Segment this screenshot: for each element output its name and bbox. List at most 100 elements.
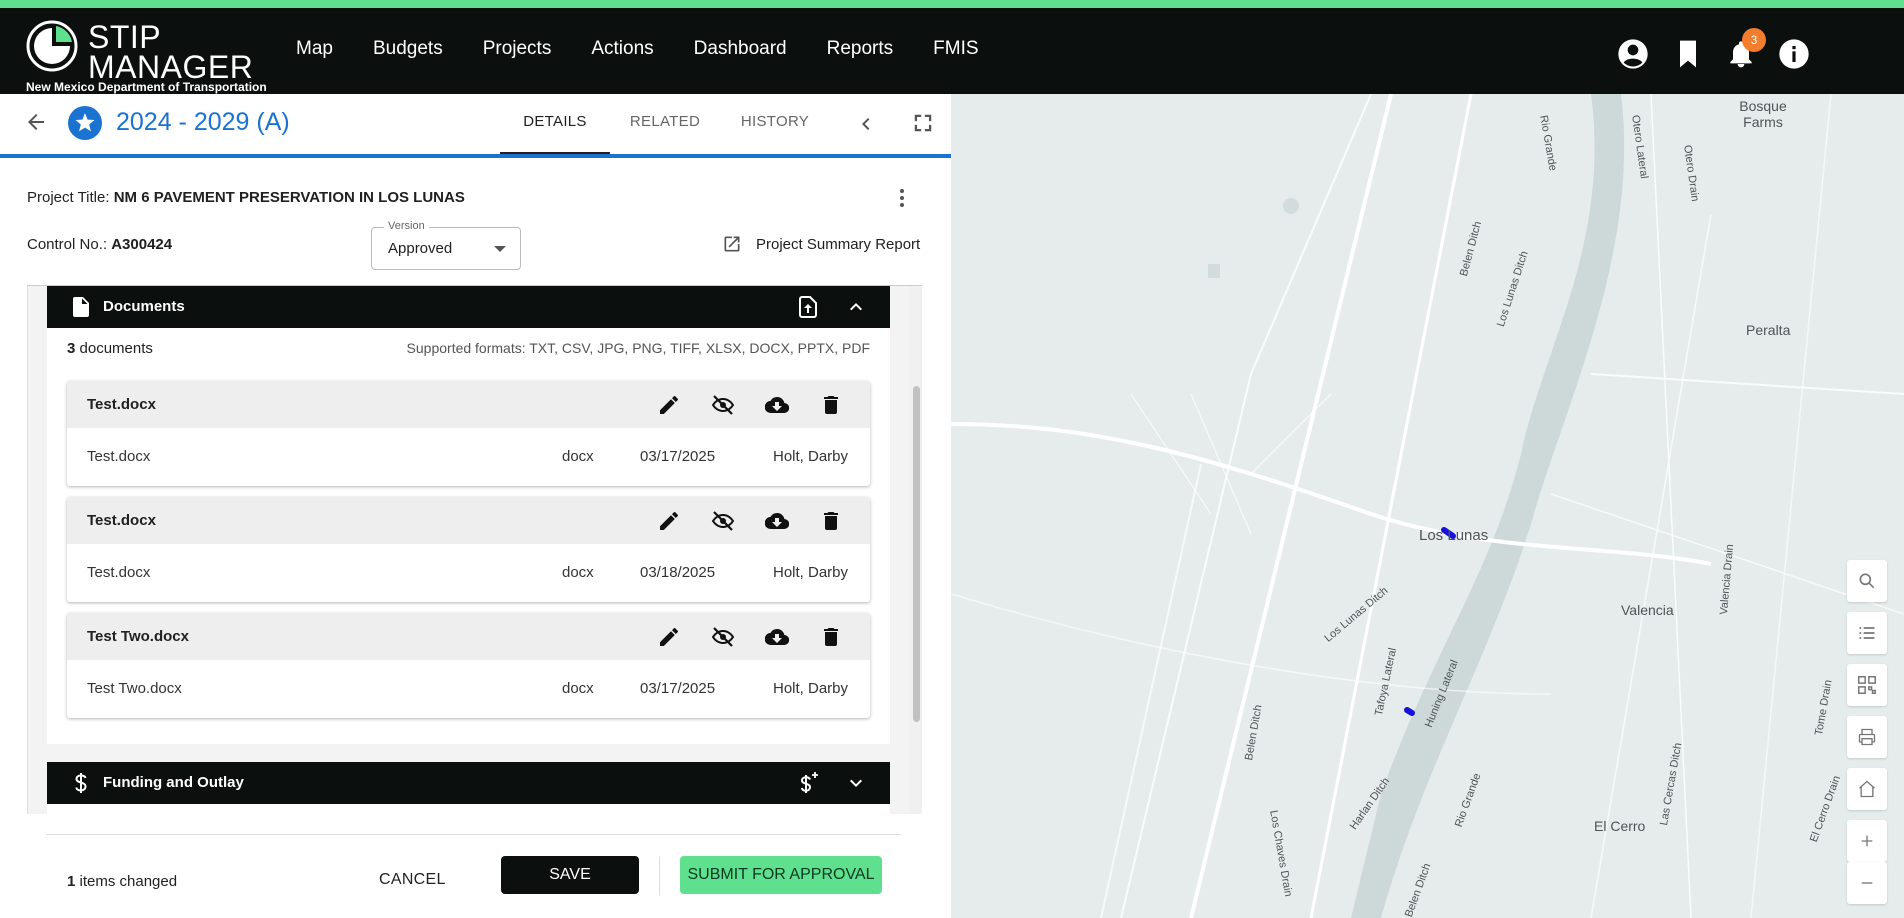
project-summary-report-label: Project Summary Report bbox=[756, 235, 921, 253]
document-icon bbox=[73, 297, 89, 317]
cloud-download-icon[interactable] bbox=[764, 393, 790, 417]
dropdown-caret-icon bbox=[494, 246, 506, 252]
zoom-in-button[interactable] bbox=[1847, 820, 1887, 862]
chevron-up-icon[interactable] bbox=[844, 295, 868, 319]
map-print-button[interactable] bbox=[1847, 716, 1887, 758]
more-vert-icon[interactable] bbox=[890, 186, 914, 210]
document-name: Test.docx bbox=[87, 512, 156, 529]
project-detail-panel: 2024 - 2029 (A) DETAILS RELATED HISTORY … bbox=[0, 94, 951, 918]
nav-budgets[interactable]: Budgets bbox=[373, 38, 443, 60]
project-summary-report-link[interactable]: Project Summary Report bbox=[722, 234, 920, 254]
visibility-off-icon[interactable] bbox=[711, 625, 735, 649]
map-label: Valencia bbox=[1621, 602, 1674, 618]
delete-icon[interactable] bbox=[819, 509, 843, 533]
scrollbar[interactable] bbox=[910, 286, 922, 814]
document-row[interactable]: Test.docx docx 03/17/2025 Holt, Darby bbox=[67, 428, 870, 486]
save-button[interactable]: SAVE bbox=[501, 856, 639, 894]
edit-footer: 1 items changed CANCEL SAVE SUBMIT FOR A… bbox=[46, 834, 901, 918]
favorite-star-icon[interactable] bbox=[68, 106, 102, 140]
project-title-value: NM 6 PAVEMENT PRESERVATION IN LOS LUNAS bbox=[113, 189, 465, 206]
map-home-button[interactable] bbox=[1847, 768, 1887, 810]
chevron-left-icon[interactable] bbox=[854, 112, 878, 136]
document-date: 03/17/2025 bbox=[640, 680, 716, 697]
document-name: Test.docx bbox=[87, 396, 156, 413]
cloud-download-icon[interactable] bbox=[764, 625, 790, 649]
fullscreen-icon[interactable] bbox=[912, 112, 934, 134]
cloud-download-icon[interactable] bbox=[764, 509, 790, 533]
tab-history[interactable]: HISTORY bbox=[720, 94, 830, 154]
add-funding-icon[interactable] bbox=[796, 771, 820, 795]
project-title-row: Project Title: NM 6 PAVEMENT PRESERVATIO… bbox=[27, 189, 465, 206]
bookmark-icon[interactable] bbox=[1672, 38, 1704, 70]
map-qr-button[interactable] bbox=[1847, 664, 1887, 706]
print-icon bbox=[1858, 728, 1876, 746]
map-search-button[interactable] bbox=[1847, 560, 1887, 602]
main-nav: Map Budgets Projects Actions Dashboard R… bbox=[296, 38, 979, 60]
document-date: 03/17/2025 bbox=[640, 448, 716, 465]
visibility-off-icon[interactable] bbox=[711, 509, 735, 533]
map-label: El Cerro bbox=[1594, 818, 1646, 834]
nav-reports[interactable]: Reports bbox=[827, 38, 894, 60]
document-type: docx bbox=[562, 564, 594, 581]
map-label: Los Lunas bbox=[1419, 527, 1489, 544]
info-icon[interactable] bbox=[1778, 38, 1810, 70]
program-title: 2024 - 2029 (A) bbox=[116, 108, 290, 136]
logo-text-line1: STIP bbox=[88, 19, 162, 55]
list-icon bbox=[1859, 627, 1875, 639]
nav-projects[interactable]: Projects bbox=[483, 38, 552, 60]
nav-actions[interactable]: Actions bbox=[591, 38, 653, 60]
document-file: Test.docx bbox=[87, 448, 151, 465]
funding-section: Funding and Outlay bbox=[47, 762, 890, 814]
tab-related[interactable]: RELATED bbox=[610, 94, 720, 154]
visibility-off-icon[interactable] bbox=[711, 393, 735, 417]
tab-details[interactable]: DETAILS bbox=[500, 94, 610, 154]
funding-title: Funding and Outlay bbox=[103, 774, 244, 791]
account-icon[interactable] bbox=[1617, 38, 1649, 70]
back-arrow-icon[interactable] bbox=[24, 110, 48, 134]
logo-text-line2: MANAGER bbox=[88, 49, 254, 85]
submit-for-approval-button[interactable]: SUBMIT FOR APPROVAL bbox=[680, 856, 882, 894]
delete-icon[interactable] bbox=[819, 625, 843, 649]
document-row[interactable]: Test Two.docx docx 03/17/2025 Holt, Darb… bbox=[67, 660, 870, 718]
control-no-value: A300424 bbox=[111, 236, 173, 253]
zoom-out-icon bbox=[1861, 882, 1873, 884]
documents-title: Documents bbox=[103, 298, 185, 315]
control-no-label: Control No.: bbox=[27, 236, 112, 253]
document-user: Holt, Darby bbox=[773, 680, 849, 697]
edit-icon[interactable] bbox=[657, 509, 681, 533]
upload-file-icon[interactable] bbox=[796, 295, 820, 319]
top-navbar: STIP MANAGER New Mexico Department of Tr… bbox=[0, 8, 1904, 94]
supported-formats: Supported formats: TXT, CSV, JPG, PNG, T… bbox=[406, 340, 870, 356]
edit-icon[interactable] bbox=[657, 393, 681, 417]
document-row[interactable]: Test.docx docx 03/18/2025 Holt, Darby bbox=[67, 544, 870, 602]
top-accent-strip bbox=[0, 0, 1904, 8]
edit-icon[interactable] bbox=[657, 625, 681, 649]
footer-divider bbox=[659, 857, 660, 895]
notification-badge: 3 bbox=[1742, 28, 1766, 52]
nav-fmis[interactable]: FMIS bbox=[933, 38, 978, 60]
nav-map[interactable]: Map bbox=[296, 38, 333, 60]
cancel-button[interactable]: CANCEL bbox=[379, 871, 446, 889]
map-legend-button[interactable] bbox=[1847, 612, 1887, 654]
project-title-label: Project Title: bbox=[27, 189, 114, 206]
document-date: 03/18/2025 bbox=[640, 564, 716, 581]
funding-header[interactable]: Funding and Outlay bbox=[47, 762, 890, 804]
document-type: docx bbox=[562, 448, 594, 465]
version-select[interactable]: Version Approved bbox=[371, 220, 521, 270]
app-logo[interactable]: STIP MANAGER New Mexico Department of Tr… bbox=[26, 18, 276, 94]
document-count-suffix: documents bbox=[75, 340, 153, 357]
zoom-out-button[interactable] bbox=[1847, 862, 1887, 904]
dollar-icon bbox=[75, 773, 87, 793]
changed-items-status: 1 items changed bbox=[67, 873, 177, 890]
delete-icon[interactable] bbox=[819, 393, 843, 417]
qr-icon bbox=[1858, 676, 1876, 694]
map-view[interactable]: Bosque Farms Peralta Los Lunas Valencia … bbox=[951, 94, 1904, 918]
documents-header[interactable]: Documents bbox=[47, 286, 890, 328]
chevron-down-icon[interactable] bbox=[844, 771, 868, 795]
control-no-row: Control No.: A300424 bbox=[27, 236, 172, 253]
panel-header: 2024 - 2029 (A) DETAILS RELATED HISTORY bbox=[0, 94, 951, 158]
scrollbar-thumb[interactable] bbox=[913, 386, 920, 722]
document-card-header: Test.docx bbox=[67, 381, 870, 428]
nav-dashboard[interactable]: Dashboard bbox=[694, 38, 787, 60]
document-user: Holt, Darby bbox=[773, 564, 849, 581]
